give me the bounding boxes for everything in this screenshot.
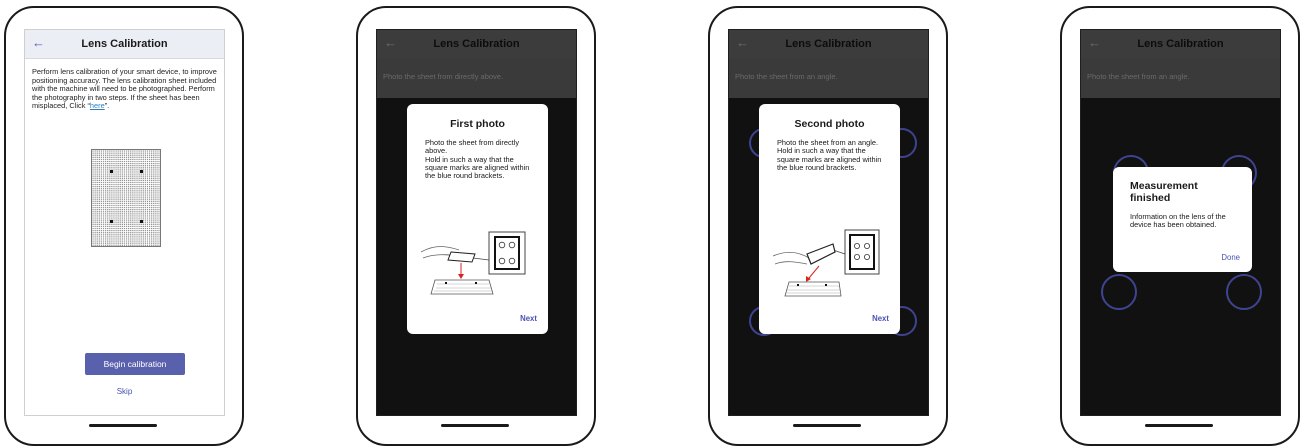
intro-end: ”. — [104, 101, 110, 111]
back-arrow-icon[interactable]: ← — [1088, 36, 1101, 49]
app-bar: ← Lens Calibration — [1081, 30, 1280, 58]
phone-frame-1: ← Lens Calibration Perform lens calibrat… — [4, 6, 244, 446]
intro-text: Perform lens calibration of your smart d… — [25, 59, 224, 111]
measurement-finished-dialog: Measurement finished Information on the … — [1113, 167, 1252, 272]
begin-calibration-button[interactable]: Begin calibration — [85, 353, 185, 375]
next-button[interactable]: Next — [872, 314, 889, 323]
first-photo-screen: ← Lens Calibration Photo the sheet from … — [376, 29, 577, 416]
back-arrow-icon[interactable]: ← — [32, 36, 45, 49]
measurement-finished-screen: ← Lens Calibration Photo the sheet from … — [1080, 29, 1281, 416]
app-bar: ← Lens Calibration — [729, 30, 928, 58]
square-mark — [110, 170, 113, 173]
home-indicator — [793, 424, 861, 427]
instruction-text: Photo the sheet from an angle. — [1081, 58, 1280, 98]
app-bar: ← Lens Calibration — [377, 30, 576, 58]
page-title: Lens Calibration — [81, 38, 168, 50]
alignment-bracket — [1226, 274, 1262, 310]
dialog-title: First photo — [450, 118, 505, 130]
page-title: Lens Calibration — [785, 38, 872, 50]
home-indicator — [441, 424, 509, 427]
home-indicator — [1145, 424, 1213, 427]
dialog-title: Measurement finished — [1130, 180, 1198, 204]
square-mark — [140, 220, 143, 223]
dialog-title: Second photo — [794, 118, 865, 130]
instruction-text: Photo the sheet from directly above. — [377, 58, 576, 98]
page-title: Lens Calibration — [433, 38, 520, 50]
phone-above-sheet-illustration — [420, 231, 526, 295]
page-title: Lens Calibration — [1137, 38, 1224, 50]
intro-body: Perform lens calibration of your smart d… — [32, 67, 217, 111]
calibration-intro-screen: ← Lens Calibration Perform lens calibrat… — [24, 29, 225, 416]
second-photo-dialog: Second photo Photo the sheet from an ang… — [759, 104, 900, 334]
back-arrow-icon[interactable]: ← — [384, 36, 397, 49]
dialog-body: Photo the sheet from directly above. Hol… — [425, 138, 530, 181]
dialog-body: Information on the lens of the device ha… — [1130, 212, 1226, 230]
app-bar: ← Lens Calibration — [25, 30, 224, 59]
alignment-bracket — [1101, 274, 1137, 310]
home-indicator — [89, 424, 157, 427]
done-button[interactable]: Done — [1221, 253, 1240, 262]
calibration-sheet-image — [91, 149, 161, 247]
square-mark — [110, 220, 113, 223]
phone-frame-2: ← Lens Calibration Photo the sheet from … — [356, 6, 596, 446]
phone-frame-3: ← Lens Calibration Photo the sheet from … — [708, 6, 948, 446]
here-link[interactable]: here — [90, 101, 105, 111]
second-photo-screen: ← Lens Calibration Photo the sheet from … — [728, 29, 929, 416]
back-arrow-icon[interactable]: ← — [736, 36, 749, 49]
phone-angled-sheet-illustration — [772, 229, 880, 297]
first-photo-dialog: First photo Photo the sheet from directl… — [407, 104, 548, 334]
next-button[interactable]: Next — [520, 314, 537, 323]
square-mark — [140, 170, 143, 173]
dialog-body: Photo the sheet from an angle. Hold in s… — [777, 138, 882, 172]
phone-frame-4: ← Lens Calibration Photo the sheet from … — [1060, 6, 1300, 446]
instruction-text: Photo the sheet from an angle. — [729, 58, 928, 98]
skip-button[interactable]: Skip — [25, 387, 224, 396]
